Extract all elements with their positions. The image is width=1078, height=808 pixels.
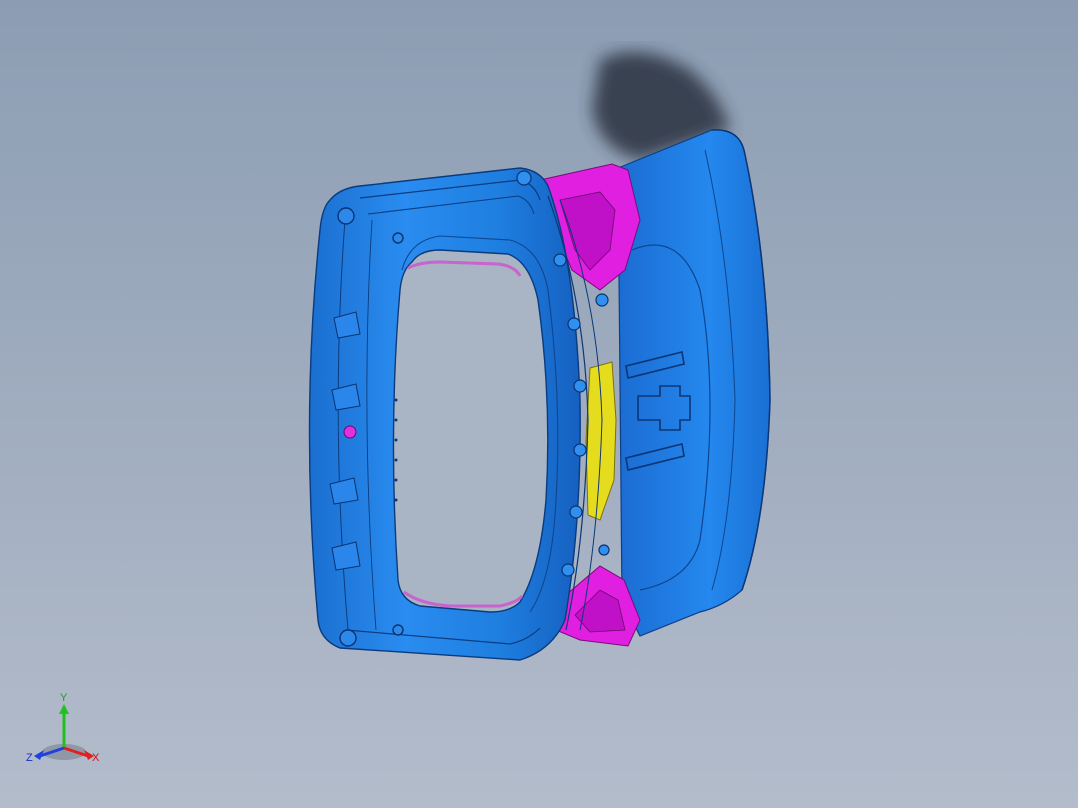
- bolt: [516, 170, 532, 186]
- bolt: [573, 379, 587, 393]
- view-orientation-triad[interactable]: Y X Z: [24, 690, 114, 770]
- bolt: [569, 505, 583, 519]
- magenta-hole: [343, 425, 357, 439]
- bolt: [392, 232, 404, 244]
- y-axis-arrow: [59, 704, 69, 714]
- 3d-viewport[interactable]: Y X Z: [0, 0, 1078, 808]
- frame-opening: [392, 249, 549, 613]
- bolt: [573, 443, 587, 457]
- bolt: [567, 317, 581, 331]
- bolt: [561, 563, 575, 577]
- cad-model-view[interactable]: [0, 0, 1078, 808]
- corner-bolt: [337, 207, 355, 225]
- z-axis-label: Z: [26, 752, 33, 764]
- wing-panel[interactable]: [617, 129, 771, 637]
- y-axis-label: Y: [60, 692, 68, 704]
- x-axis-label: X: [92, 752, 100, 764]
- bolt: [392, 624, 404, 636]
- bolt: [595, 293, 609, 307]
- bolt: [598, 544, 610, 556]
- bolt: [553, 253, 567, 267]
- corner-bolt: [339, 629, 357, 647]
